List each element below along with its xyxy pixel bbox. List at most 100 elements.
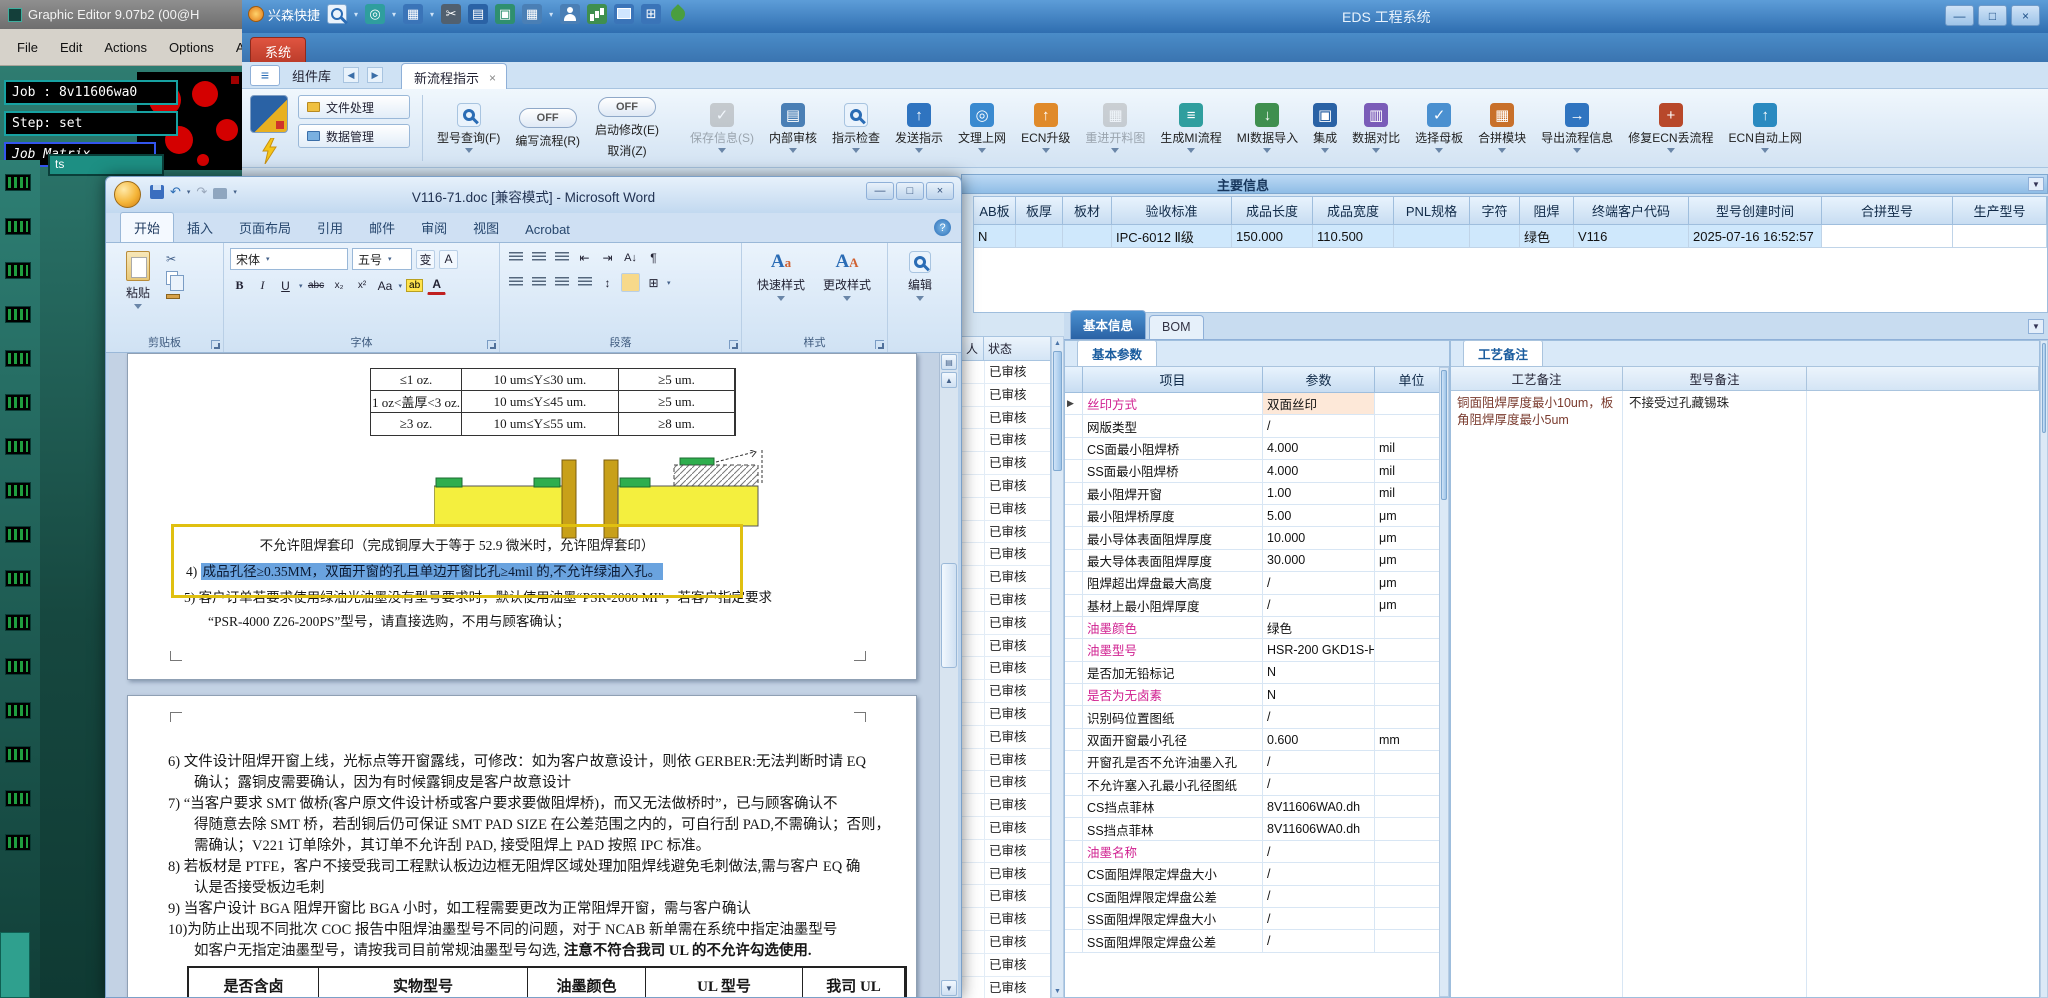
collapse-icon[interactable]: ▼ bbox=[2028, 319, 2044, 334]
ecn-upgrade-button[interactable]: ↑ ECN升级 bbox=[1017, 101, 1074, 155]
step-field[interactable]: Step: set bbox=[4, 111, 178, 136]
layer-thumbnail-icon[interactable] bbox=[5, 790, 31, 807]
dialog-launcher-icon[interactable] bbox=[729, 340, 738, 349]
param-row[interactable]: 不允许塞入孔最小孔径图纸 / bbox=[1065, 773, 1449, 797]
internal-audit-button[interactable]: ▤ 内部审核 bbox=[765, 101, 821, 155]
fix-ecn-button[interactable]: + 修复ECN丢流程 bbox=[1624, 101, 1717, 155]
grid-cell[interactable] bbox=[1953, 225, 2047, 248]
tab-system[interactable]: 系统 bbox=[250, 37, 307, 65]
status-row[interactable]: 已审核 bbox=[962, 725, 1050, 749]
borders-icon[interactable]: ⊞ bbox=[644, 273, 663, 292]
status-row[interactable]: 已审核 bbox=[962, 816, 1050, 840]
grid-header-cell[interactable]: 成品宽度 bbox=[1313, 197, 1394, 225]
scroll-down-icon[interactable]: ▼ bbox=[941, 980, 957, 996]
status-row[interactable]: 已审核 bbox=[962, 657, 1050, 681]
main-info-bar[interactable]: 主要信息 ▼ bbox=[961, 174, 2048, 194]
ink-ul-table[interactable]: 是否含卤 实物型号 油墨颜色 UL 型号 我司 UL bbox=[187, 966, 907, 997]
status-row[interactable]: 已审核 bbox=[962, 885, 1050, 909]
model-search-button[interactable]: 型号查询(F) bbox=[433, 101, 504, 155]
grid-header-cell[interactable]: PNL规格 bbox=[1394, 197, 1470, 225]
ruler-toggle-icon[interactable]: ▤ bbox=[941, 354, 957, 370]
close-tab-icon[interactable]: × bbox=[489, 71, 496, 85]
status-row[interactable]: 已审核 bbox=[962, 839, 1050, 863]
strikethrough-icon[interactable]: abc bbox=[307, 276, 326, 295]
dropdown-arrow-icon[interactable]: ▾ bbox=[187, 188, 191, 196]
dialog-launcher-icon[interactable] bbox=[211, 340, 220, 349]
note-header-process[interactable]: 工艺备注 bbox=[1451, 367, 1623, 391]
layer-thumbnail-icon[interactable] bbox=[5, 614, 31, 631]
grid-header-cell[interactable]: 生产型号 bbox=[1953, 197, 2047, 225]
layer-thumbnail-icon[interactable] bbox=[5, 702, 31, 719]
grid-cell[interactable]: 2025-07-16 16:52:57 bbox=[1689, 225, 1822, 248]
editing-button[interactable]: 编辑 bbox=[894, 248, 946, 301]
status-row[interactable]: 已审核 bbox=[962, 406, 1050, 430]
start-modify-toggle[interactable]: OFF bbox=[598, 97, 656, 117]
collapse-icon[interactable]: ▼ bbox=[2028, 177, 2044, 191]
note-header-model[interactable]: 型号备注 bbox=[1623, 367, 1807, 391]
dropdown-arrow-icon[interactable]: ▾ bbox=[392, 10, 396, 19]
param-row[interactable]: ▶ 丝印方式 双面丝印 bbox=[1065, 393, 1449, 416]
param-row[interactable]: 开窗孔是否不允许油墨入孔 / bbox=[1065, 751, 1449, 774]
status-row[interactable]: 已审核 bbox=[962, 771, 1050, 795]
grid-header-cell[interactable]: 字符 bbox=[1470, 197, 1520, 225]
integrate-button[interactable]: ▣ 集成 bbox=[1309, 101, 1341, 155]
param-header-unit[interactable]: 单位 bbox=[1375, 367, 1449, 393]
param-row[interactable]: 油墨颜色 绿色 bbox=[1065, 616, 1449, 640]
layer-thumbnail-icon[interactable] bbox=[5, 350, 31, 367]
grid-cell[interactable]: V116 bbox=[1574, 225, 1689, 248]
copy-icon[interactable]: ▣ bbox=[495, 4, 516, 24]
grid-header-cell[interactable]: 成品长度 bbox=[1232, 197, 1313, 225]
param-header-value[interactable]: 参数 bbox=[1263, 367, 1375, 393]
layer-thumbnail-icon[interactable] bbox=[5, 394, 31, 411]
copper-thickness-table[interactable]: ≤1 oz. 10 um≤Y≤30 um. ≥5 um. 1 oz<盖厚<3 oz. 1… bbox=[370, 368, 736, 436]
param-row[interactable]: 阻焊超出焊盘最大高度 / μm bbox=[1065, 572, 1449, 595]
note-scrollbar[interactable] bbox=[2040, 340, 2048, 998]
param-row[interactable]: 网版类型 / bbox=[1065, 415, 1449, 438]
status-row[interactable]: 已审核 bbox=[962, 702, 1050, 726]
grid-cell[interactable] bbox=[1063, 225, 1112, 248]
chart-icon[interactable] bbox=[587, 4, 608, 24]
generate-mi-button[interactable]: ≡ 生成MI流程 bbox=[1156, 101, 1225, 155]
bold-icon[interactable]: B bbox=[230, 276, 249, 295]
layer-thumbnail-icon[interactable] bbox=[5, 658, 31, 675]
line-spacing-icon[interactable]: ↕ bbox=[598, 273, 617, 292]
param-row[interactable]: CS面最小阻焊桥 4.000 mil bbox=[1065, 437, 1449, 461]
grid-header-cell[interactable]: 验收标准 bbox=[1112, 197, 1232, 225]
layer-thumbnail-icon[interactable] bbox=[5, 262, 31, 279]
grid-cell[interactable]: 绿色 bbox=[1520, 225, 1574, 248]
status-row[interactable]: 已审核 bbox=[962, 748, 1050, 772]
param-row[interactable]: CS挡点菲林 8V11606WA0.dh bbox=[1065, 796, 1449, 819]
dropdown-arrow-icon[interactable]: ▾ bbox=[430, 10, 434, 19]
mini-panel[interactable]: ts bbox=[48, 154, 164, 176]
status-row[interactable]: 已审核 bbox=[962, 429, 1050, 453]
scroll-thumb[interactable] bbox=[941, 563, 957, 668]
process-note-cell[interactable]: 铜面阻焊厚度最小10um，板角阻焊厚度最小5um bbox=[1451, 391, 1623, 997]
instruction-check-button[interactable]: 指示检查 bbox=[828, 101, 884, 155]
dropdown-arrow-icon[interactable]: ▾ bbox=[667, 279, 671, 287]
reopen-material-button[interactable]: ▦ 重进开料图 bbox=[1081, 101, 1149, 155]
status-row[interactable]: 已审核 bbox=[962, 474, 1050, 498]
tab-review[interactable]: 审阅 bbox=[408, 213, 460, 242]
sort-icon[interactable]: A↓ bbox=[621, 248, 640, 267]
character-border-icon[interactable]: A bbox=[439, 249, 458, 269]
grid-cell[interactable] bbox=[1470, 225, 1520, 248]
numbering-icon[interactable] bbox=[529, 248, 548, 267]
grid-header-cell[interactable]: 终端客户代码 bbox=[1574, 197, 1689, 225]
param-row[interactable]: 双面开窗最小孔径 0.600 mm bbox=[1065, 728, 1449, 752]
status-row[interactable]: 已审核 bbox=[962, 930, 1050, 954]
close-button[interactable]: × bbox=[926, 182, 954, 200]
tab-references[interactable]: 引用 bbox=[304, 213, 356, 242]
doc-table-row[interactable]: ≤1 oz. 10 um≤Y≤30 um. ≥5 um. bbox=[371, 369, 735, 391]
grid-cell[interactable] bbox=[1394, 225, 1470, 248]
status-row[interactable]: 已审核 bbox=[962, 976, 1050, 998]
scroll-up-icon[interactable]: ▲ bbox=[941, 372, 957, 388]
tab-home[interactable]: 开始 bbox=[120, 212, 175, 242]
quick-styles-button[interactable]: Aa 快速样式 bbox=[748, 248, 814, 301]
align-right-icon[interactable] bbox=[552, 273, 571, 292]
layer-thumbnail-icon[interactable] bbox=[5, 746, 31, 763]
phonetic-guide-icon[interactable]: 变 bbox=[416, 249, 435, 269]
layer-thumbnail-icon[interactable] bbox=[5, 218, 31, 235]
status-row[interactable]: 已审核 bbox=[962, 588, 1050, 612]
tab-bom[interactable]: BOM bbox=[1149, 315, 1204, 339]
close-button[interactable]: × bbox=[2011, 5, 2040, 26]
